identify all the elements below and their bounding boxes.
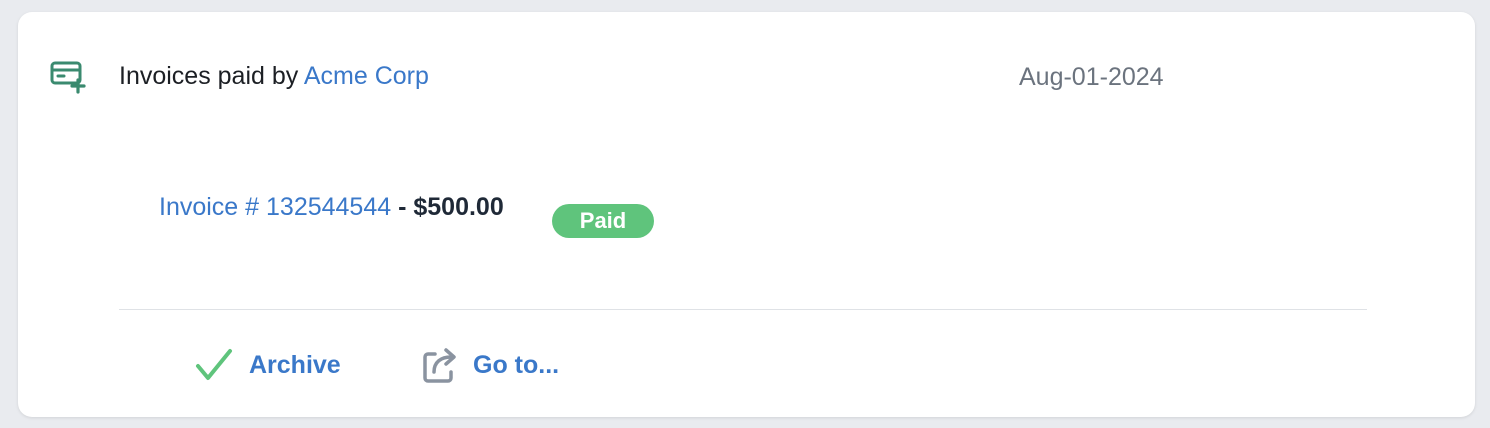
company-link[interactable]: Acme Corp <box>304 62 429 90</box>
invoice-line: Invoice # 132544544 - $500.00 <box>159 193 504 222</box>
invoice-add-icon <box>50 60 88 94</box>
divider <box>119 309 1367 310</box>
archive-button[interactable]: Archive <box>194 345 341 385</box>
check-icon <box>194 345 234 385</box>
status-badge: Paid <box>552 204 654 238</box>
goto-button[interactable]: Go to... <box>420 345 559 385</box>
invoice-link[interactable]: Invoice # 132544544 <box>159 193 391 221</box>
archive-label: Archive <box>249 350 341 379</box>
goto-label: Go to... <box>473 350 560 379</box>
activity-card: Invoices paid by Acme Corp Aug-01-2024 I… <box>18 12 1475 417</box>
activity-title: Invoices paid by Acme Corp <box>119 62 429 91</box>
invoice-amount: $500.00 <box>413 193 504 221</box>
activity-date: Aug-01-2024 <box>1019 63 1164 91</box>
invoice-separator: - <box>391 193 414 221</box>
activity-title-prefix: Invoices paid by <box>119 62 299 90</box>
external-link-icon <box>420 345 460 385</box>
